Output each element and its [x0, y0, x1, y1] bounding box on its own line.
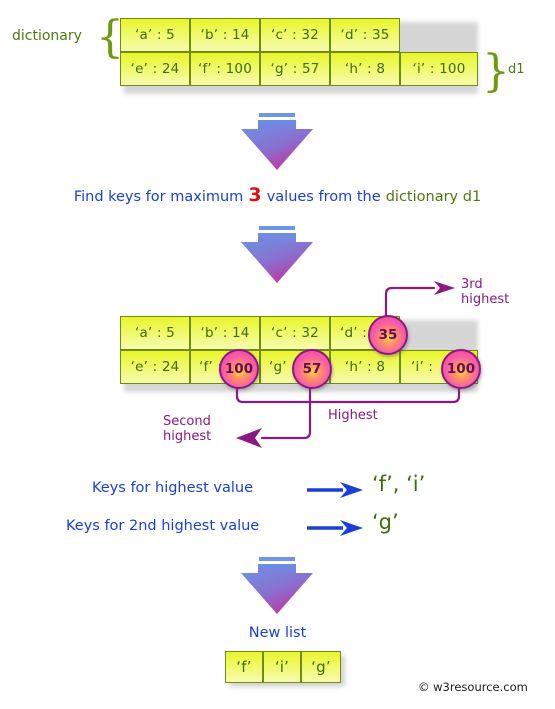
blue-arrow-icon-2	[307, 520, 363, 536]
instruction-line: Find keys for maximum 3 values from the …	[0, 184, 555, 206]
highlight-cell: ‘c’ : 32	[260, 316, 330, 350]
third-highest-line1: 3rd	[461, 277, 483, 292]
second-highest-line2: highest	[163, 429, 212, 444]
new-list-cell: ‘g’	[301, 651, 341, 683]
down-arrow-icon-2	[241, 225, 313, 283]
highlight-circle-35: 35	[368, 315, 408, 355]
dict-cell: ‘g’ : 57	[260, 52, 330, 86]
dict-cell: ‘f’ : 100	[190, 52, 260, 86]
highlight-cell: ‘h’ : 8	[330, 350, 400, 384]
dict-cell: ‘b’ : 14	[190, 18, 260, 52]
second-highest-label: Second highest	[163, 414, 211, 444]
dictionary-var-label: d1	[508, 62, 525, 77]
dict-cell: ‘c’ : 32	[260, 18, 330, 52]
dict-cell: ‘h’ : 8	[330, 52, 400, 86]
dictionary-label: dictionary	[12, 28, 82, 44]
instruction-count: 3	[248, 184, 262, 206]
third-highest-label: 3rd highest	[461, 277, 509, 307]
result-value-second: ‘g’	[372, 510, 399, 534]
highlight-circle-100-i: 100	[441, 349, 481, 389]
result-label-highest: Keys for highest value	[92, 480, 253, 496]
result-value-highest: ‘f’, ‘i’	[372, 472, 426, 496]
dict-cell: ‘e’ : 24	[120, 52, 190, 86]
highlight-cell: ‘e’ : 24	[120, 350, 190, 384]
highlight-circle-57: 57	[292, 349, 332, 389]
highlight-circle-100-f: 100	[219, 349, 259, 389]
dict-cell: ‘d’ : 35	[330, 18, 400, 52]
down-arrow-icon-3	[241, 556, 313, 614]
watermark: © w3resource.com	[418, 680, 528, 694]
down-arrow-icon-1	[241, 112, 313, 170]
new-list-label: New list	[248, 625, 307, 641]
dict-cell: ‘i’ : 100	[400, 52, 478, 86]
third-highest-line2: highest	[461, 292, 510, 307]
instruction-part1: Find keys for maximum	[73, 189, 244, 205]
new-list-cell: ‘i’	[263, 651, 301, 683]
highlight-cell: ‘b’ : 14	[190, 316, 260, 350]
highest-label: Highest	[328, 408, 378, 423]
instruction-part2: values from the	[266, 189, 381, 205]
result-label-second: Keys for 2nd highest value	[66, 518, 260, 534]
dictionary-close-brace: }	[482, 46, 510, 97]
second-highest-line1: Second	[163, 414, 211, 429]
highlight-cell: ‘a’ : 5	[120, 316, 190, 350]
instruction-dict-ref: dictionary d1	[385, 189, 482, 205]
blue-arrow-icon-1	[307, 482, 363, 498]
dict-cell: ‘a’ : 5	[120, 18, 190, 52]
new-list-cell: ‘f’	[225, 651, 263, 683]
